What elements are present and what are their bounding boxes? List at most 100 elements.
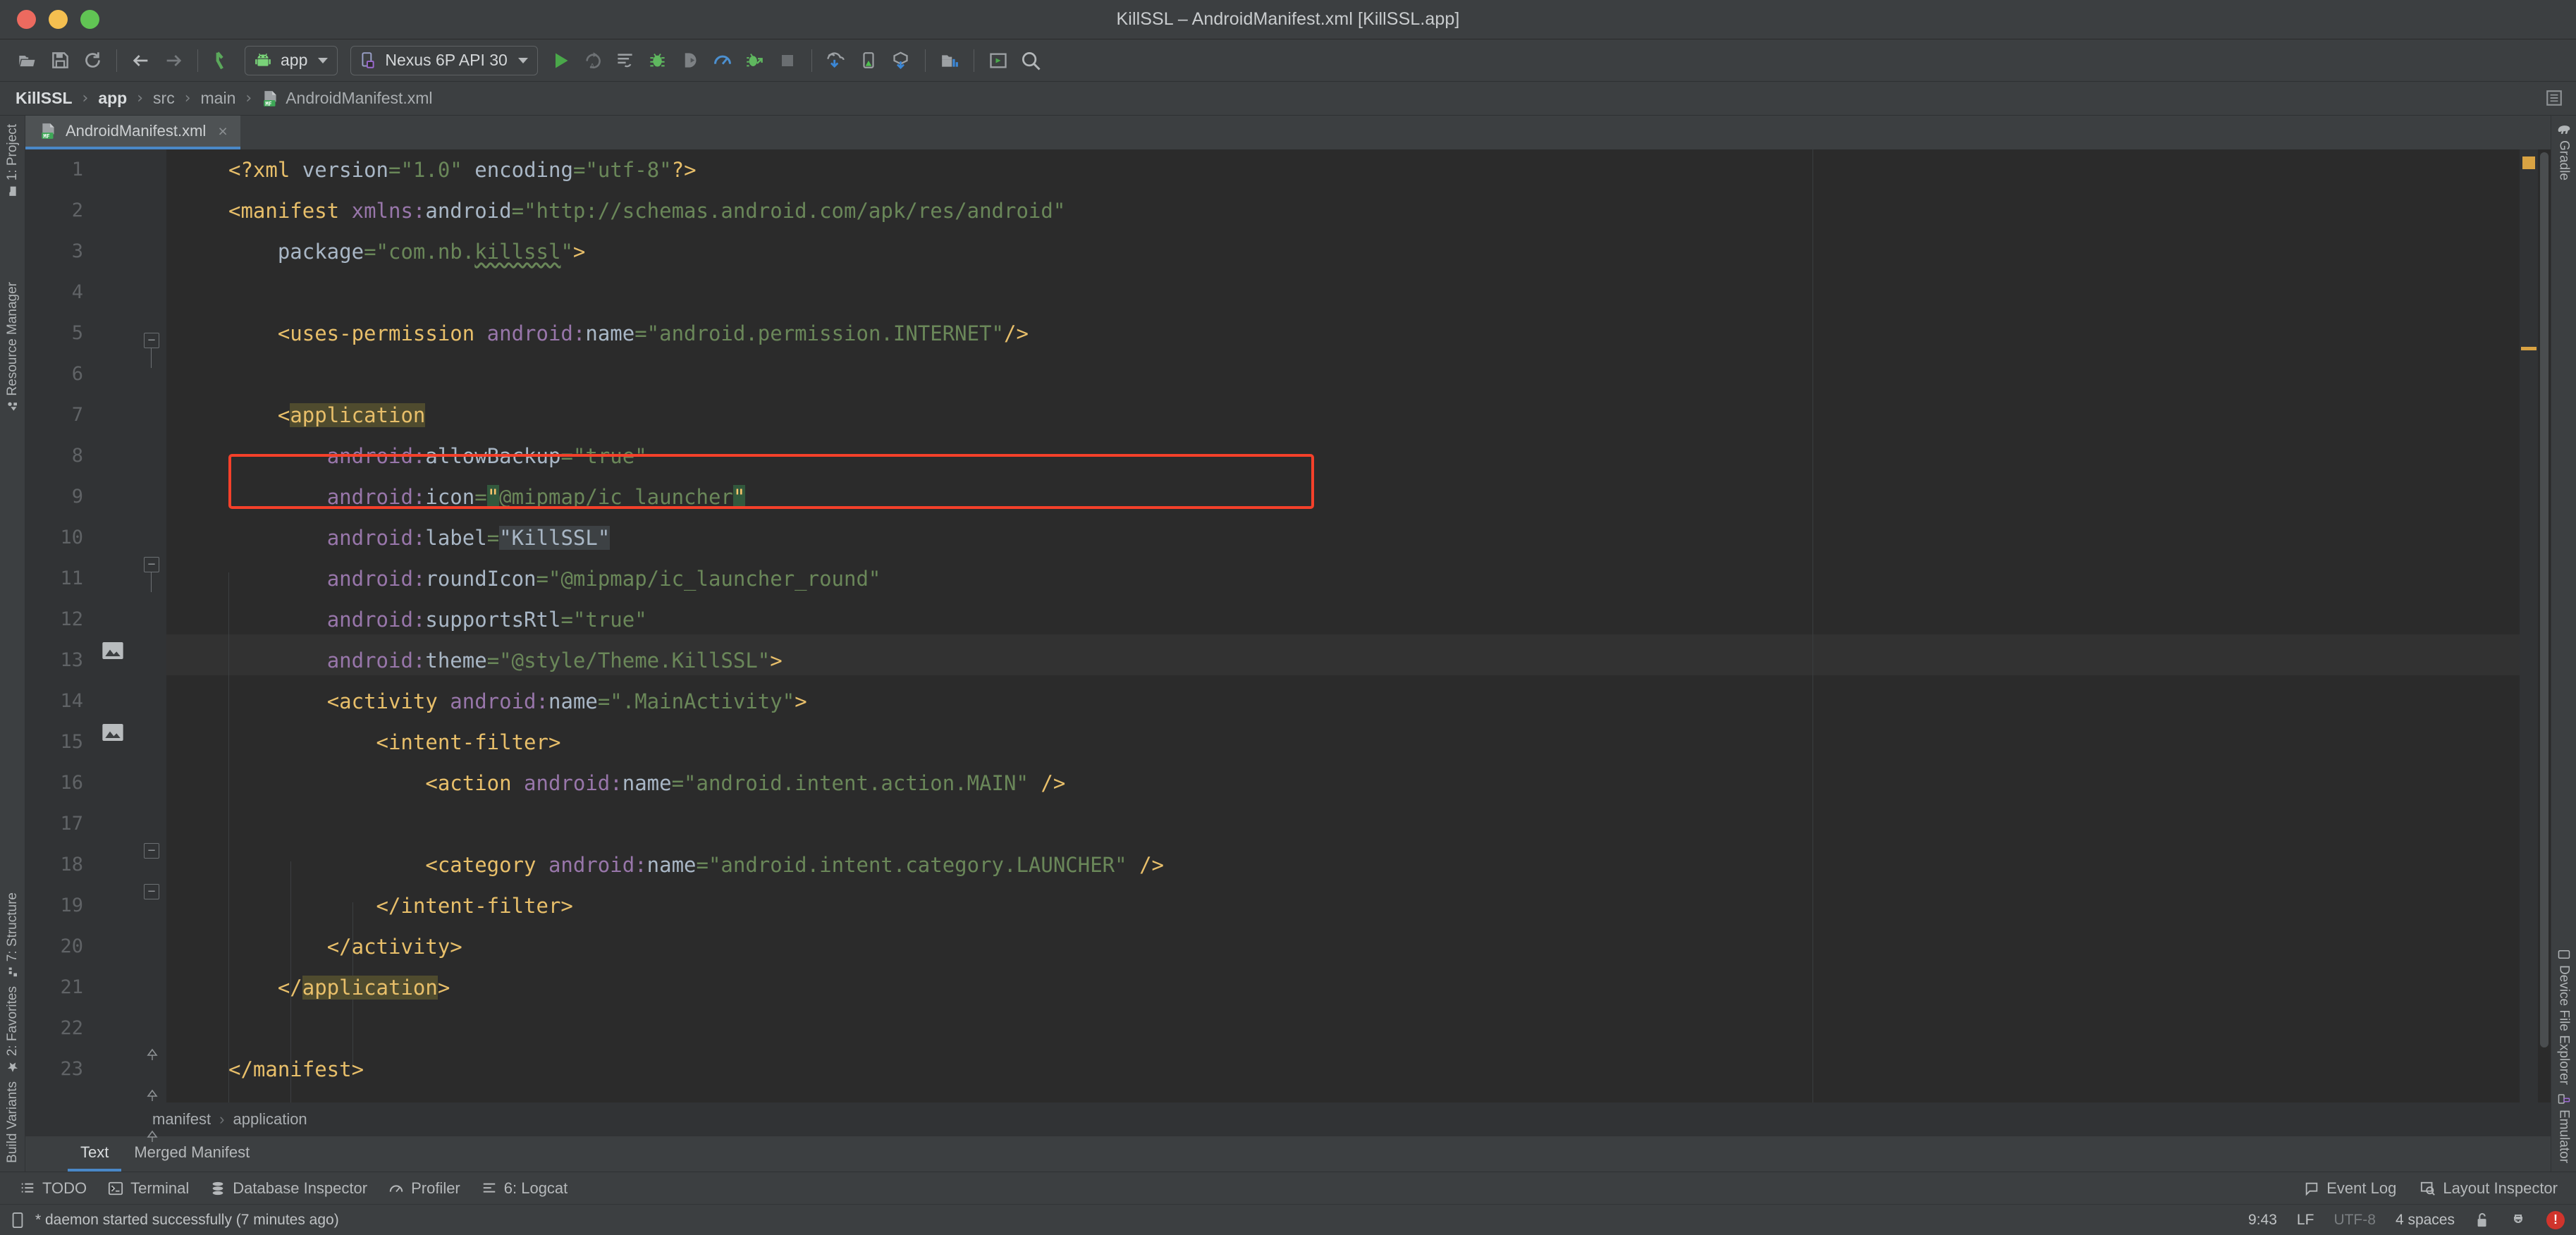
sidebar-item-structure[interactable]: 7: Structure — [5, 888, 20, 982]
project-structure-icon[interactable] — [933, 44, 966, 77]
bottom-item-terminal[interactable]: Terminal — [108, 1179, 189, 1198]
structure-crumb-manifest[interactable]: manifest — [152, 1110, 211, 1129]
code-line[interactable]: </intent-filter> — [228, 885, 573, 926]
fold-marker-intent-filter[interactable]: − — [144, 884, 159, 899]
status-line-separator[interactable]: LF — [2297, 1212, 2314, 1229]
minimize-button[interactable] — [49, 10, 68, 29]
chevron-down-icon-device[interactable] — [517, 57, 528, 63]
tab-text[interactable]: Text — [68, 1136, 122, 1172]
code-line[interactable]: android:roundIcon="@mipmap/ic_launcher_r… — [228, 558, 881, 599]
editor-tab-androidmanifest[interactable]: MF AndroidManifest.xml × — [25, 116, 240, 149]
unlocked-padlock-icon[interactable] — [2474, 1212, 2490, 1229]
device-manager-icon[interactable] — [885, 44, 917, 77]
status-encoding[interactable]: UTF-8 — [2333, 1212, 2376, 1229]
fold-arrow-activity-end[interactable] — [145, 1088, 159, 1103]
code-line[interactable]: android:icon="@mipmap/ic_launcher" — [228, 477, 746, 517]
breadcrumb-item-module[interactable]: app — [95, 89, 130, 108]
error-stripe[interactable] — [2520, 149, 2538, 1102]
bottom-item-event-log[interactable]: Event Log — [2304, 1179, 2396, 1198]
sidebar-item-resource-manager[interactable]: Resource Manager — [5, 278, 20, 417]
bottom-tool-strip: TODO Terminal Database Inspector Profile… — [0, 1172, 2576, 1204]
code-line[interactable]: android:supportsRtl="true" — [228, 599, 647, 640]
code-line[interactable]: <intent-filter> — [228, 722, 561, 763]
avd-manager-icon[interactable] — [852, 44, 885, 77]
code-line[interactable]: android:allowBackup="true" — [228, 436, 647, 477]
sidebar-item-build-variants[interactable]: Build Variants — [5, 1077, 20, 1167]
code-line[interactable]: <action android:name="android.intent.act… — [228, 763, 1065, 804]
bottom-item-todo[interactable]: TODO — [20, 1179, 87, 1198]
fold-arrow-intent-filter-end[interactable] — [145, 1047, 159, 1062]
make-project-icon[interactable] — [206, 44, 238, 77]
layout-editor-icon[interactable] — [982, 44, 1014, 77]
code-line[interactable]: </application> — [228, 967, 450, 1008]
bottom-item-layout-inspector[interactable]: Layout Inspector — [2420, 1179, 2558, 1198]
breadcrumb-item-main[interactable]: main — [198, 89, 239, 108]
stripe-marker-caret[interactable] — [2521, 347, 2537, 350]
status-device-icon[interactable] — [10, 1212, 25, 1229]
breadcrumb-item-project[interactable]: KillSSL — [13, 89, 75, 108]
code-line[interactable]: <category android:name="android.intent.c… — [228, 844, 1164, 885]
run-icon[interactable] — [544, 44, 577, 77]
status-indent[interactable]: 4 spaces — [2396, 1212, 2455, 1229]
code-line[interactable]: <manifest xmlns:android="http://schemas.… — [228, 190, 1065, 231]
fold-marker-manifest[interactable]: − — [144, 333, 159, 348]
stripe-marker-warning[interactable] — [2522, 156, 2535, 169]
editor-scrollbar[interactable] — [2538, 149, 2551, 1102]
fold-marker-application[interactable]: − — [144, 557, 159, 572]
editor-settings-icon[interactable] — [2545, 89, 2563, 107]
close-icon[interactable]: × — [218, 122, 227, 141]
sidebar-item-device-file-explorer[interactable]: Device File Explorer — [2556, 945, 2572, 1089]
breadcrumb-item-file[interactable]: MF AndroidManifest.xml — [259, 89, 435, 108]
run-configuration-selector[interactable]: app — [245, 45, 338, 75]
inspector-hat-icon[interactable] — [2510, 1212, 2527, 1229]
code-line[interactable]: <application — [228, 395, 426, 436]
status-caret-position[interactable]: 9:43 — [2248, 1212, 2277, 1229]
tab-merged-manifest[interactable]: Merged Manifest — [121, 1136, 262, 1172]
code-line[interactable]: </activity> — [228, 926, 462, 967]
sdk-manager-icon[interactable] — [820, 44, 852, 77]
back-arrow-icon[interactable] — [125, 44, 157, 77]
fold-arrow-application-end[interactable] — [145, 1129, 159, 1144]
sidebar-item-favorites[interactable]: 2: Favorites — [5, 982, 20, 1077]
code-line[interactable]: <uses-permission android:name="android.p… — [228, 313, 1029, 354]
image-preview-icon-line11[interactable] — [102, 723, 124, 742]
sidebar-item-gradle[interactable]: Gradle — [2556, 120, 2572, 185]
save-icon[interactable] — [44, 44, 76, 77]
close-button[interactable] — [17, 10, 36, 29]
profiler-icon[interactable] — [706, 44, 739, 77]
status-badge[interactable]: ! — [2546, 1210, 2565, 1229]
fold-marker-activity[interactable]: − — [144, 843, 159, 859]
code-line[interactable]: </manifest> — [228, 1049, 364, 1090]
sidebar-item-project[interactable]: 1: Project — [5, 120, 20, 201]
code-line[interactable]: <activity android:name=".MainActivity"> — [228, 681, 807, 722]
image-preview-icon-line9[interactable] — [102, 641, 124, 660]
apply-changes-icon[interactable] — [609, 44, 642, 77]
breadcrumb-item-src[interactable]: src — [150, 89, 178, 108]
sync-icon[interactable] — [76, 44, 109, 77]
forward-arrow-icon[interactable] — [157, 44, 190, 77]
chevron-down-icon[interactable] — [318, 57, 329, 63]
stop-icon[interactable] — [771, 44, 804, 77]
debug-icon[interactable] — [642, 44, 674, 77]
zoom-button[interactable] — [80, 10, 99, 29]
editor-gutter[interactable]: 1 2 3 4 5 6 7 8 9 10 11 12 13 14 15 16 17 18 19 20 21 22 23 − … — [25, 149, 197, 1142]
status-message[interactable]: * daemon started successfully (7 minutes… — [35, 1212, 339, 1229]
code-line[interactable]: <?xml version="1.0" encoding="utf-8"?> — [228, 149, 697, 190]
code-line[interactable]: package="com.nb.killssl"> — [228, 231, 586, 272]
rerun-icon[interactable]: A — [577, 44, 609, 77]
debug-attach-icon[interactable] — [739, 44, 771, 77]
bottom-item-database-inspector[interactable]: Database Inspector — [210, 1179, 367, 1198]
open-folder-icon[interactable] — [11, 44, 44, 77]
workspace: 1: Project Resource Manager 7: Structure… — [0, 116, 2576, 1172]
code-editor[interactable]: <?xml version="1.0" encoding="utf-8"?> <m… — [166, 149, 2520, 1102]
attach-debugger-icon[interactable] — [674, 44, 706, 77]
bottom-item-logcat[interactable]: 6: Logcat — [482, 1179, 568, 1198]
code-line[interactable]: android:theme="@style/Theme.KillSSL"> — [228, 640, 783, 681]
sidebar-item-emulator[interactable]: Emulator — [2556, 1089, 2572, 1167]
code-line[interactable]: android:label="KillSSL" — [228, 517, 611, 558]
scrollbar-thumb[interactable] — [2540, 152, 2549, 1047]
bottom-item-profiler[interactable]: Profiler — [388, 1179, 460, 1198]
structure-crumb-application[interactable]: application — [233, 1110, 307, 1129]
search-icon[interactable] — [1014, 44, 1047, 77]
device-selector[interactable]: Nexus 6P API 30 — [350, 45, 538, 75]
